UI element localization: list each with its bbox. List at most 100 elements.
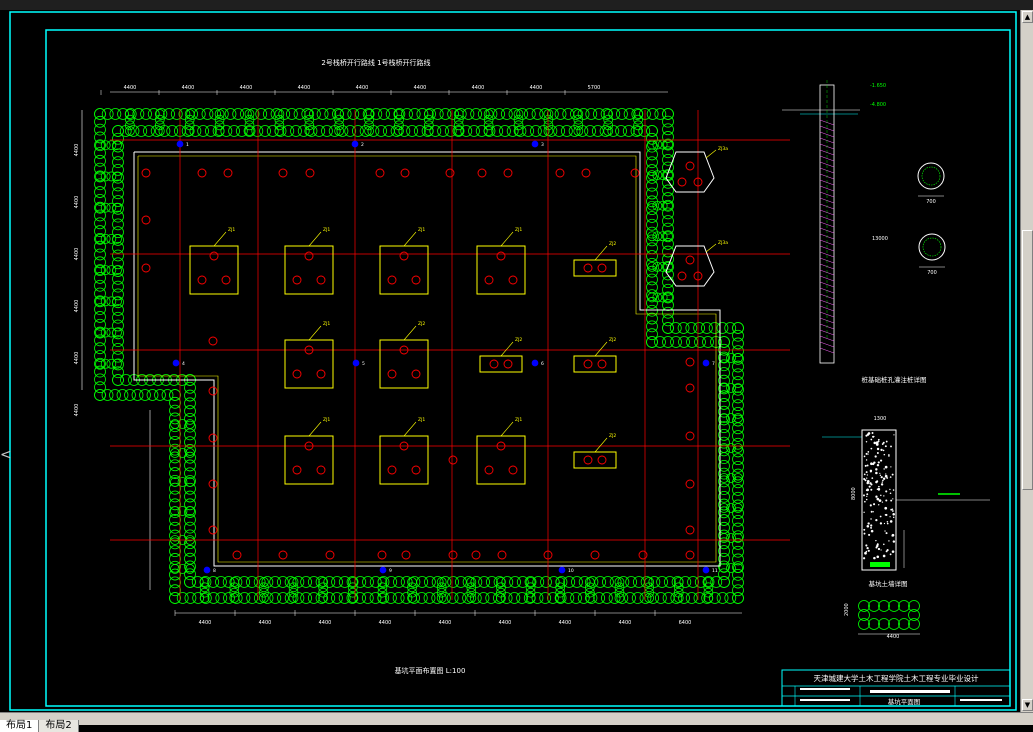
axis-label: 3 (541, 142, 544, 148)
pile-circle (106, 327, 117, 338)
wall-section-detail: 1300 8000 (822, 416, 990, 571)
pile-circle (733, 533, 743, 543)
axis-label: 11 (712, 568, 718, 574)
pile-cap-outline (284, 339, 334, 389)
left-dimension-text: 4400 (74, 352, 80, 365)
pile-circle-red (197, 168, 207, 178)
axis-label: 8 (213, 568, 216, 574)
concrete-speckle (870, 438, 873, 441)
pile-circle (318, 593, 329, 603)
bottom-dimension-text: 4400 (619, 620, 632, 626)
tower-pile (677, 177, 687, 187)
concrete-speckle (889, 488, 891, 491)
pile-circle-red (208, 479, 218, 489)
concrete-speckle (865, 459, 868, 461)
pile-circle (453, 126, 464, 136)
concrete-speckle (874, 455, 877, 458)
concrete-speckle (889, 476, 892, 478)
cap-pile (508, 465, 518, 475)
pile-circle (112, 140, 122, 151)
concrete-speckle (875, 471, 878, 475)
pile-circle (95, 202, 105, 213)
pile-circle (703, 577, 714, 587)
concrete-speckle (891, 510, 894, 512)
cap-pile (489, 359, 499, 369)
concrete-speckle (865, 550, 868, 553)
scroll-thumb[interactable] (1022, 230, 1033, 490)
concrete-speckle (881, 481, 883, 483)
concrete-speckle (870, 529, 874, 533)
cap-pile (484, 465, 494, 475)
concrete-speckle (870, 447, 873, 450)
pile-circle (726, 563, 736, 573)
axis-label: 6 (541, 361, 544, 367)
tab-layout-1[interactable]: 布局1 (0, 720, 40, 732)
concrete-speckle (870, 482, 872, 484)
sheet-frame-outer (9, 11, 1017, 711)
section-dim-5: 4400 (887, 634, 900, 640)
concrete-speckle (863, 473, 866, 476)
concrete-speckle (875, 441, 879, 445)
pile-circle-red (278, 168, 288, 178)
cad-drawing[interactable]: 2号栈桥开行路线 1号栈桥开行路线 4400 4400 4400 4400 4400 44… (0, 10, 1020, 712)
pile-circle (663, 292, 673, 303)
pile-cap: ZJ1 (284, 227, 334, 295)
concrete-speckle (884, 465, 888, 469)
pile-circle (95, 358, 105, 369)
cap-pile (508, 275, 518, 285)
pile-circle-red (208, 433, 218, 443)
pile-circle (112, 171, 122, 182)
cap-leader (403, 231, 417, 247)
vertical-scrollbar[interactable]: ▲ ▼ (1020, 10, 1033, 712)
pile-circle-red (141, 168, 151, 178)
cap-pile (583, 359, 593, 369)
concrete-speckle (889, 520, 893, 523)
tower-crane-foundations: ZJ3a ZJ3a (665, 146, 728, 287)
axis-label: 10 (568, 568, 574, 574)
concrete-speckle (872, 511, 874, 513)
sheet-frame-inner (45, 29, 1011, 707)
cap-pile (484, 275, 494, 285)
pile-circle (112, 125, 124, 137)
title-block-school: 天津城建大学土木工程学院土木工程专业毕业设计 (814, 673, 979, 683)
cap-pile (399, 251, 409, 261)
tower-leader (705, 243, 717, 253)
concrete-speckle (865, 471, 868, 474)
cap-leader (213, 231, 227, 247)
pile-circle (106, 265, 117, 276)
scroll-down-arrow-icon[interactable]: ▼ (1022, 699, 1033, 711)
concrete-speckle (863, 455, 866, 458)
pile-circle (244, 126, 255, 136)
wall-detail-title: 基坑土墙详图 (869, 579, 908, 588)
pile-circle (663, 139, 673, 150)
pile-circle (719, 383, 729, 393)
drawing-viewport[interactable]: 2号栈桥开行路线 1号栈桥开行路线 4400 4400 4400 4400 4400 44… (0, 10, 1020, 712)
concrete-speckle (891, 473, 894, 476)
concrete-speckle (873, 435, 875, 438)
concrete-speckle (864, 464, 867, 467)
cap-label: ZJ1 (515, 227, 522, 233)
pile-cross-section-1: 700 (917, 162, 945, 205)
concrete-speckle (879, 472, 881, 474)
scroll-up-arrow-icon[interactable]: ▲ (1022, 11, 1033, 23)
retaining-pile-wall (94, 108, 744, 604)
concrete-speckle (877, 438, 880, 441)
tab-layout-2[interactable]: 布局2 (39, 720, 79, 732)
pile-circle (154, 109, 165, 119)
cap-pile (411, 369, 421, 379)
cap-label: ZJ1 (418, 417, 425, 423)
pile-circle-red (685, 383, 695, 393)
pile-cap-outline (476, 435, 526, 485)
pile-circle (94, 108, 106, 120)
axis-bubble (176, 140, 184, 148)
cap-leader (500, 421, 514, 437)
axis-bubble (379, 566, 387, 574)
cap-pile (597, 455, 607, 465)
concrete-speckle (870, 488, 873, 491)
concrete-speckle (867, 522, 870, 525)
concrete-speckle (870, 462, 873, 466)
concrete-speckle (883, 522, 886, 525)
concrete-speckle (866, 433, 870, 436)
hatch-line (819, 341, 835, 348)
tower-pile (685, 161, 695, 171)
